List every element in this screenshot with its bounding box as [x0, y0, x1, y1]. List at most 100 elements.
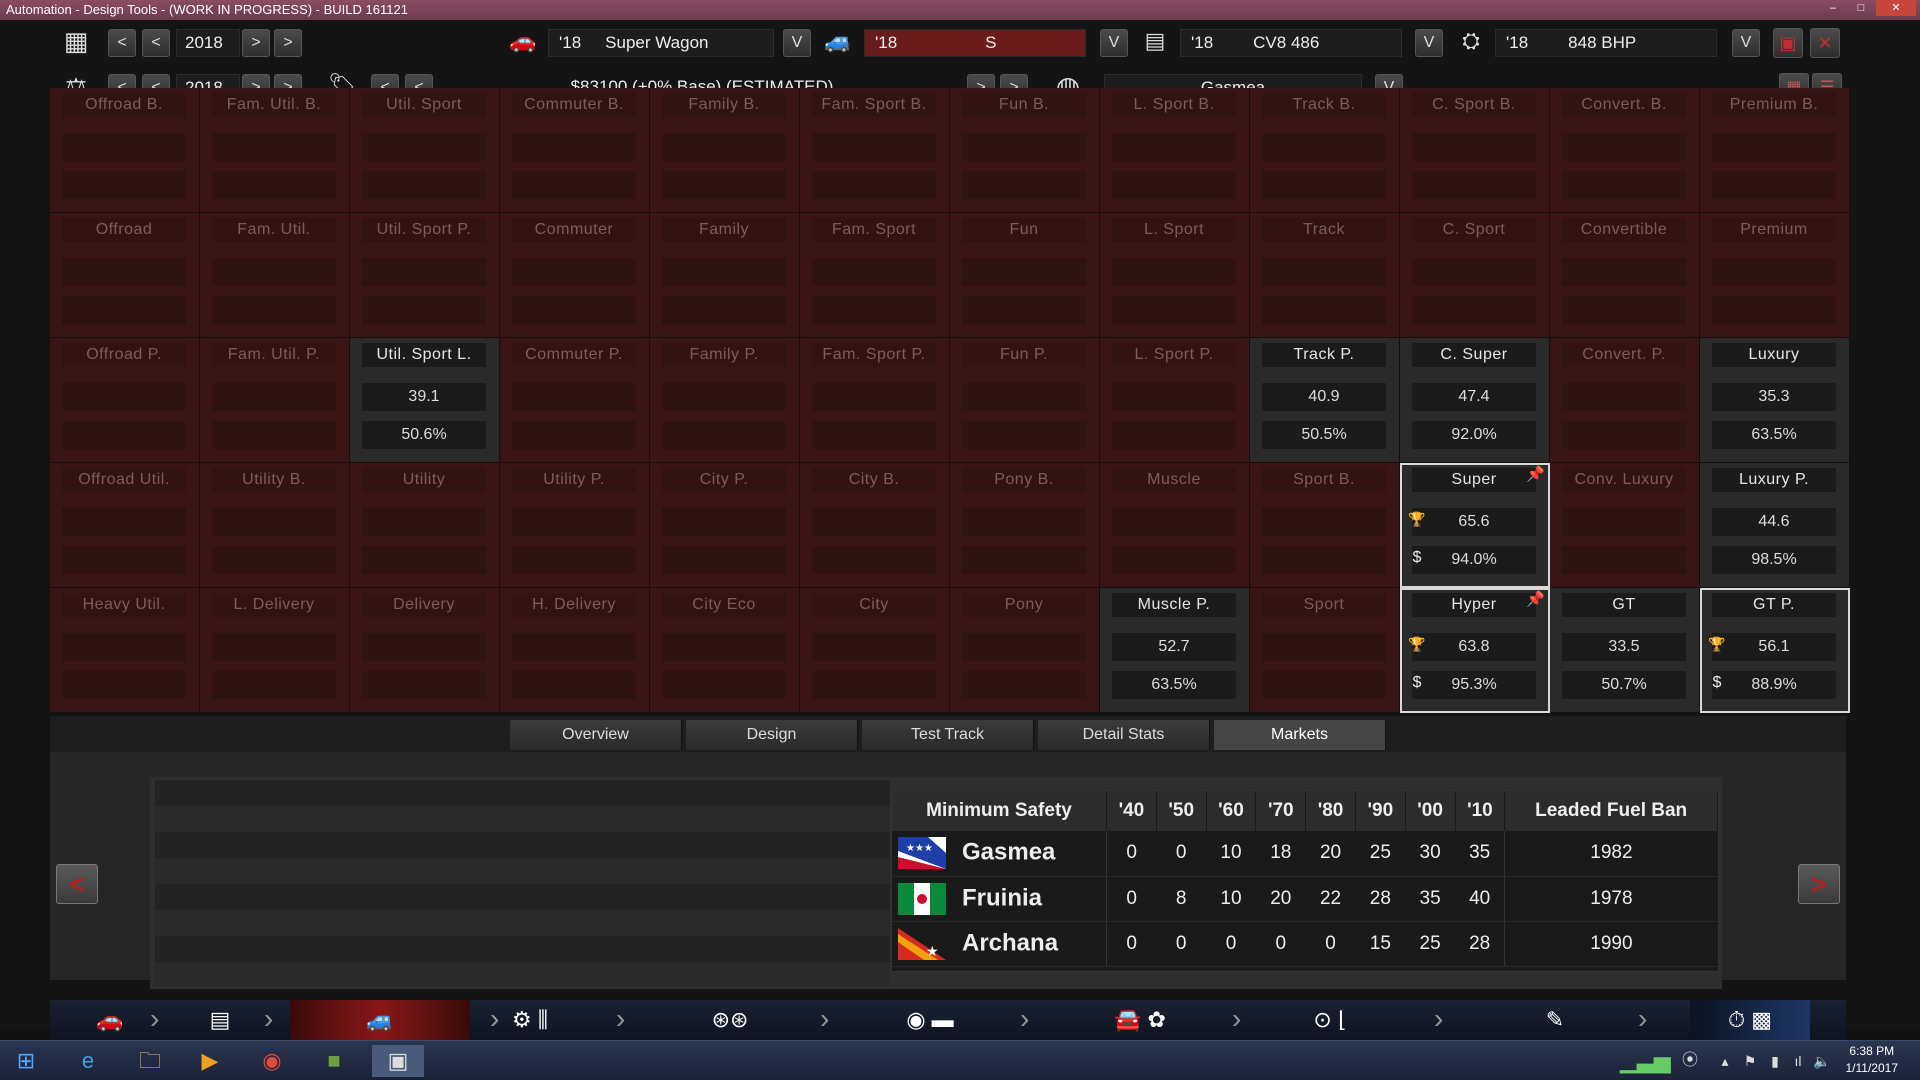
body-stage-icon[interactable]: 🚗: [80, 1000, 140, 1040]
market-cell-muscle-p[interactable]: Muscle P. 52.7 63.5%: [1100, 588, 1250, 713]
market-cell-l-sport-p[interactable]: L. Sport P.: [1100, 338, 1250, 463]
market-cell-convertible[interactable]: Convertible: [1550, 213, 1700, 338]
market-cell-c-super[interactable]: C. Super 47.4 92.0%: [1400, 338, 1550, 463]
media-player-icon[interactable]: ▶: [190, 1045, 230, 1077]
engine-stage-icon[interactable]: ▤: [190, 1000, 250, 1040]
market-cell-fun-b[interactable]: Fun B.: [950, 88, 1100, 213]
market-cell-delivery[interactable]: Delivery: [350, 588, 500, 713]
engine-dropdown-button[interactable]: V: [1415, 29, 1443, 57]
styling-stage-icon[interactable]: 🚘 ✿: [1070, 1000, 1210, 1040]
market-cell-c-sport-b[interactable]: C. Sport B.: [1400, 88, 1550, 213]
close-icon[interactable]: ✕: [1810, 28, 1840, 58]
market-cell-track-p[interactable]: Track P. 40.9 50.5%: [1250, 338, 1400, 463]
tab-overview[interactable]: Overview: [510, 720, 682, 750]
close-window-button[interactable]: ✕: [1876, 0, 1916, 16]
market-cell-pony[interactable]: Pony: [950, 588, 1100, 713]
tab-detail-stats[interactable]: Detail Stats: [1038, 720, 1210, 750]
year1-prev-fast-button[interactable]: <: [108, 29, 136, 57]
tuning-stage-icon[interactable]: ✎: [1530, 1000, 1580, 1040]
market-cell-family-b[interactable]: Family B.: [650, 88, 800, 213]
market-cell-city-eco[interactable]: City Eco: [650, 588, 800, 713]
year1-prev-button[interactable]: <: [142, 29, 170, 57]
trim-field[interactable]: '18 S: [864, 29, 1086, 57]
engine-field[interactable]: '18 CV8 486: [1180, 29, 1402, 57]
market-cell-l-delivery[interactable]: L. Delivery: [200, 588, 350, 713]
market-cell-family-p[interactable]: Family P.: [650, 338, 800, 463]
market-cell-utility[interactable]: Utility: [350, 463, 500, 588]
market-cell-muscle[interactable]: Muscle: [1100, 463, 1250, 588]
interior-stage-icon[interactable]: ⊙ ⌊: [1290, 1000, 1370, 1040]
tab-markets[interactable]: Markets: [1214, 720, 1386, 750]
market-cell-fam-sport-b[interactable]: Fam. Sport B.: [800, 88, 950, 213]
prev-page-button[interactable]: <: [56, 864, 98, 904]
market-cell-city[interactable]: City: [800, 588, 950, 713]
wireless-icon[interactable]: ⦿: [1670, 1045, 1710, 1077]
calendar-icon[interactable]: ▦: [60, 26, 92, 58]
market-cell-fam-sport[interactable]: Fam. Sport: [800, 213, 950, 338]
trim-dropdown-button[interactable]: V: [1100, 29, 1128, 57]
variant-dropdown-button[interactable]: V: [1732, 29, 1760, 57]
market-cell-family[interactable]: Family: [650, 213, 800, 338]
market-cell-super[interactable]: Super 65.6 94.0% 📌 🏆 $: [1400, 463, 1550, 588]
tab-design[interactable]: Design: [686, 720, 858, 750]
market-cell-utility-p[interactable]: Utility P.: [500, 463, 650, 588]
market-cell-premium-b[interactable]: Premium B.: [1700, 88, 1850, 213]
minimize-button[interactable]: –: [1820, 0, 1846, 16]
market-cell-track-b[interactable]: Track B.: [1250, 88, 1400, 213]
market-cell-convert-p[interactable]: Convert. P.: [1550, 338, 1700, 463]
market-cell-hyper[interactable]: Hyper 63.8 95.3% 📌 🏆 $: [1400, 588, 1550, 713]
market-cell-offroad[interactable]: Offroad: [50, 213, 200, 338]
market-cell-city-p[interactable]: City P.: [650, 463, 800, 588]
market-cell-offroad-p[interactable]: Offroad P.: [50, 338, 200, 463]
maximize-button[interactable]: □: [1848, 0, 1874, 16]
next-page-button[interactable]: >: [1798, 864, 1840, 904]
market-cell-util-sport-p[interactable]: Util. Sport P.: [350, 213, 500, 338]
finish-stage-icon[interactable]: ⏱ ▩: [1690, 1000, 1810, 1040]
chrome-icon[interactable]: ◉: [252, 1045, 292, 1077]
market-cell-track[interactable]: Track: [1250, 213, 1400, 338]
market-cell-conv-luxury[interactable]: Conv. Luxury: [1550, 463, 1700, 588]
market-cell-premium[interactable]: Premium: [1700, 213, 1850, 338]
market-cell-util-sport[interactable]: Util. Sport: [350, 88, 500, 213]
market-cell-offroad-util[interactable]: Offroad Util.: [50, 463, 200, 588]
market-cell-h-delivery[interactable]: H. Delivery: [500, 588, 650, 713]
market-cell-util-sport-l[interactable]: Util. Sport L. 39.1 50.6%: [350, 338, 500, 463]
wheels-stage-icon[interactable]: ⊛⊛: [680, 1000, 780, 1040]
year1-next-button[interactable]: >: [242, 29, 270, 57]
variant-field[interactable]: '18 848 BHP: [1495, 29, 1717, 57]
market-cell-luxury-p[interactable]: Luxury P. 44.6 98.5%: [1700, 463, 1850, 588]
market-cell-fam-util-b[interactable]: Fam. Util. B.: [200, 88, 350, 213]
model-field[interactable]: '18 Super Wagon: [548, 29, 774, 57]
market-cell-gt[interactable]: GT 33.5 50.7%: [1550, 588, 1700, 713]
market-cell-fun-p[interactable]: Fun P.: [950, 338, 1100, 463]
market-cell-offroad-b[interactable]: Offroad B.: [50, 88, 200, 213]
minecraft-icon[interactable]: ■: [314, 1045, 354, 1077]
pin-icon[interactable]: 📌: [1526, 590, 1545, 608]
market-cell-fam-util[interactable]: Fam. Util.: [200, 213, 350, 338]
system-clock[interactable]: 6:38 PM 1/11/2017: [1846, 1043, 1899, 1077]
market-cell-city-b[interactable]: City B.: [800, 463, 950, 588]
start-button-icon[interactable]: ⊞: [6, 1045, 46, 1077]
volume-icon[interactable]: 🔈: [1802, 1045, 1842, 1077]
market-cell-l-sport-b[interactable]: L. Sport B.: [1100, 88, 1250, 213]
market-cell-l-sport[interactable]: L. Sport: [1100, 213, 1250, 338]
market-cell-fam-util-p[interactable]: Fam. Util. P.: [200, 338, 350, 463]
market-cell-fam-sport-p[interactable]: Fam. Sport P.: [800, 338, 950, 463]
market-cell-c-sport[interactable]: C. Sport: [1400, 213, 1550, 338]
market-cell-commuter-b[interactable]: Commuter B.: [500, 88, 650, 213]
trim-stage-icon[interactable]: 🚙: [290, 1000, 470, 1040]
market-cell-heavy-util[interactable]: Heavy Util.: [50, 588, 200, 713]
model-dropdown-button[interactable]: V: [783, 29, 811, 57]
market-cell-sport[interactable]: Sport: [1250, 588, 1400, 713]
tab-test-track[interactable]: Test Track: [862, 720, 1034, 750]
save-icon[interactable]: ▣: [1773, 28, 1803, 58]
aero-stage-icon[interactable]: ◉ ▬: [880, 1000, 980, 1040]
market-cell-convert-b[interactable]: Convert. B.: [1550, 88, 1700, 213]
market-cell-fun[interactable]: Fun: [950, 213, 1100, 338]
chassis-stage-icon[interactable]: ⚙ ⫼: [480, 1000, 580, 1040]
market-cell-commuter-p[interactable]: Commuter P.: [500, 338, 650, 463]
market-cell-gt-p[interactable]: GT P. 56.1 88.9% 🏆 $: [1700, 588, 1850, 713]
pin-icon[interactable]: 📌: [1526, 465, 1545, 483]
market-cell-sport-b[interactable]: Sport B.: [1250, 463, 1400, 588]
market-cell-pony-b[interactable]: Pony B.: [950, 463, 1100, 588]
